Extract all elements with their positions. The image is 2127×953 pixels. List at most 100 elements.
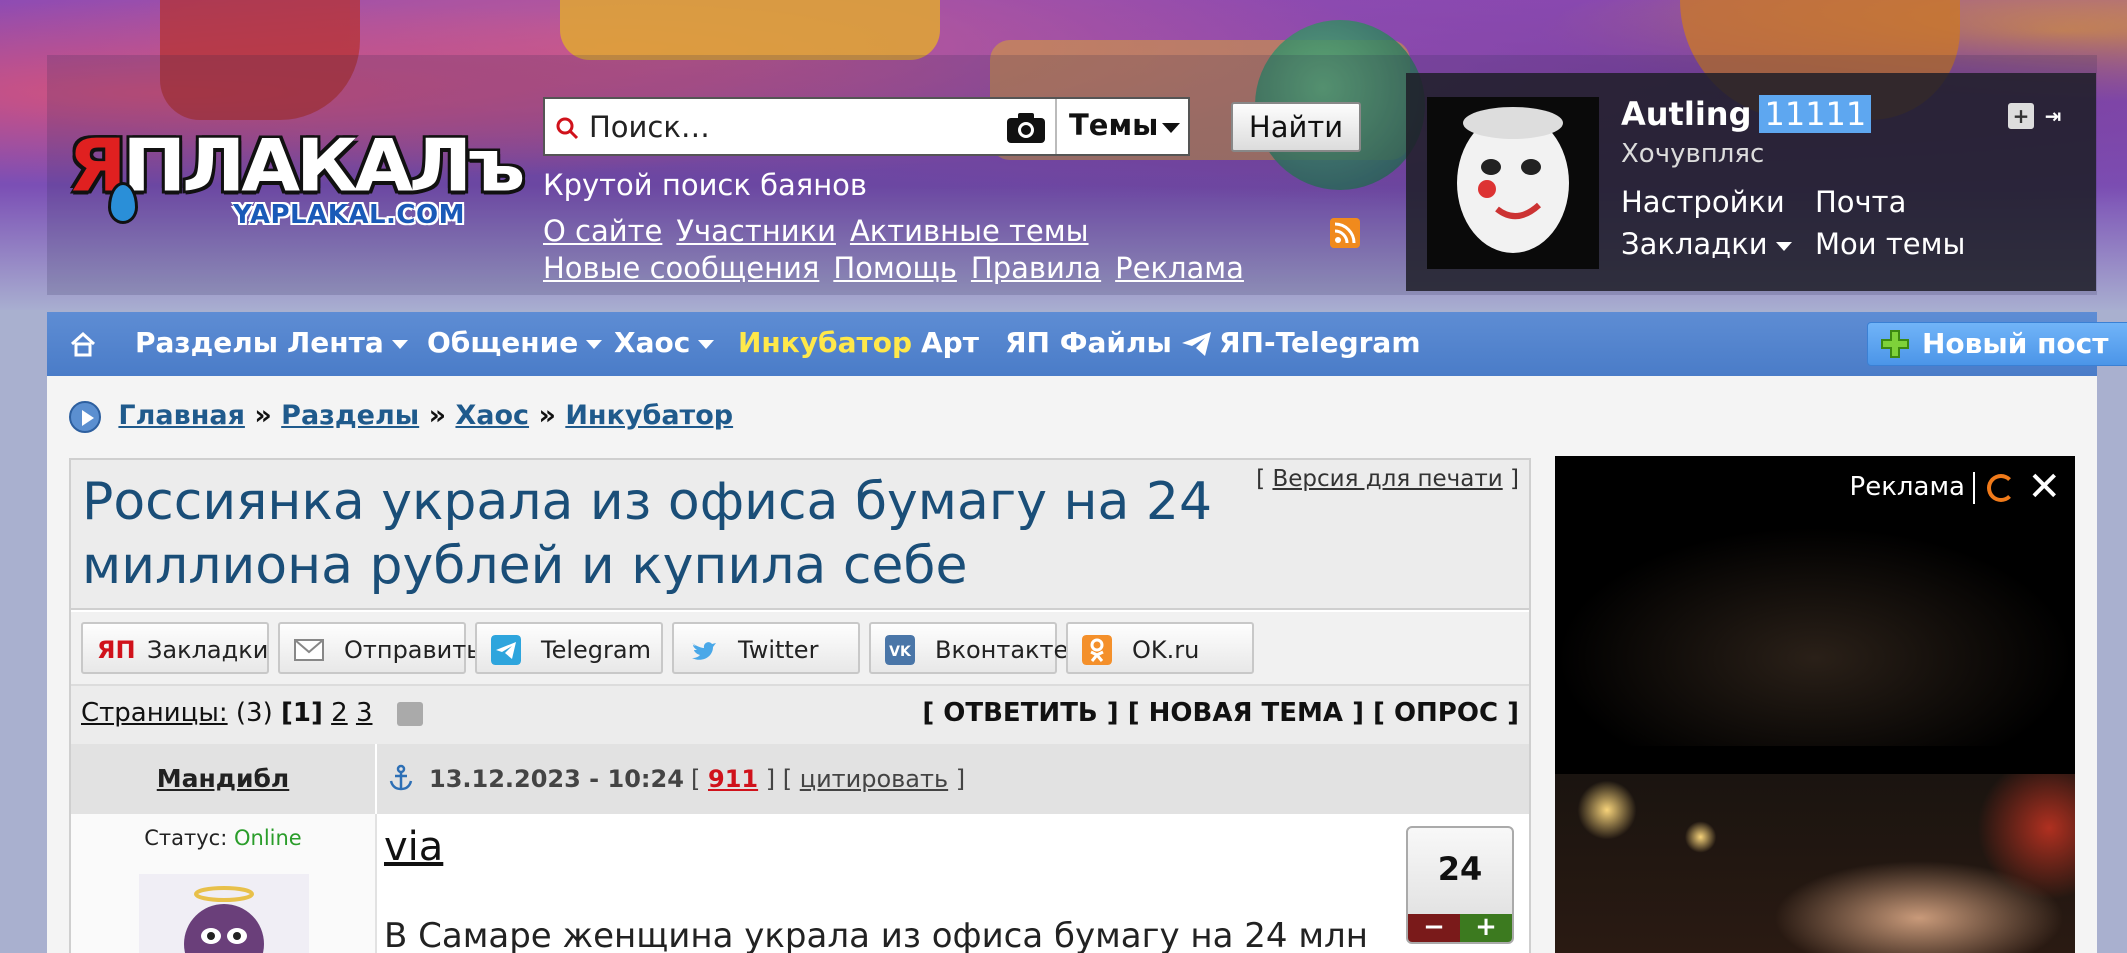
nav-incubator[interactable]: Инкубатор	[738, 326, 912, 359]
nav-files[interactable]: ЯП Файлы	[1005, 326, 1172, 359]
logo-drop-icon	[108, 182, 138, 224]
user-name[interactable]: Autling 11111	[1621, 95, 1872, 133]
search-icon	[556, 117, 579, 140]
link-active-topics[interactable]: Активные темы	[850, 214, 1089, 248]
page-2[interactable]: 2	[331, 698, 348, 728]
author-avatar[interactable]	[139, 874, 309, 953]
camera-icon[interactable]	[1005, 111, 1047, 145]
nav-telegram[interactable]: ЯП-Telegram	[1181, 326, 1421, 359]
nav-social[interactable]: Общение	[427, 326, 603, 359]
page-current: [1]	[281, 698, 323, 728]
search-button[interactable]: Найти	[1231, 102, 1361, 152]
share-ok-button[interactable]: OK.ru	[1066, 622, 1254, 674]
banner-art	[560, 0, 940, 60]
link-new-messages[interactable]: Новые сообщения	[543, 251, 819, 285]
user-avatar[interactable]	[1427, 97, 1599, 269]
post-date: 13.12.2023 - 10:24	[429, 765, 684, 793]
yap-logo-icon: ЯП	[97, 636, 136, 664]
add-icon[interactable]: +	[2008, 103, 2034, 129]
search-input[interactable]	[589, 107, 1129, 147]
breadcrumb-sections[interactable]: Разделы	[281, 400, 419, 431]
share-bookmarks-button[interactable]: ЯП Закладки	[81, 622, 269, 674]
link-members[interactable]: Участники	[676, 214, 836, 248]
main-nav: Разделы Лента Общение Хаос Инкубатор Арт…	[47, 312, 2127, 376]
user-icons: + ⇥	[2002, 103, 2066, 129]
clown-avatar-image	[1457, 107, 1569, 253]
link-ads[interactable]: Реклама	[1115, 251, 1244, 285]
close-icon[interactable]: ✕	[2027, 464, 2061, 510]
logout-icon[interactable]: ⇥	[2040, 103, 2066, 129]
breadcrumb-home[interactable]: Главная	[118, 400, 245, 431]
plus-icon	[1881, 330, 1909, 358]
breadcrumb-chaos[interactable]: Хаос	[455, 400, 529, 431]
ad-block[interactable]: Реклама ✕	[1555, 456, 2075, 953]
ok-icon	[1082, 635, 1112, 665]
content-area: Главная » Разделы » Хаос » Инкубатор Рос…	[47, 376, 2097, 953]
nav-sections[interactable]: Разделы	[135, 326, 278, 359]
share-twitter-button[interactable]: Twitter	[672, 622, 860, 674]
bookmarks-link[interactable]: Закладки	[1621, 227, 1792, 261]
breadcrumb-incubator[interactable]: Инкубатор	[565, 400, 733, 431]
subscribe-icon[interactable]	[396, 701, 423, 726]
new-post-button[interactable]: Новый пост	[1867, 322, 2127, 366]
link-about[interactable]: О сайте	[543, 214, 662, 248]
author-status: Статус: Online	[144, 826, 302, 850]
settings-link[interactable]: Настройки	[1621, 185, 1785, 219]
pagination-row: Страницы: (3) [1] 2 3 [ ОТВЕТИТЬ ] [ НОВ…	[71, 686, 1529, 744]
topic-header: Россиянка украла из офиса бумагу на 24 м…	[71, 460, 1529, 660]
ad-label: Реклама	[1849, 472, 1965, 502]
pages-label[interactable]: Страницы:	[81, 698, 228, 728]
topic-box: Россиянка украла из офиса бумагу на 24 м…	[69, 458, 1531, 953]
user-rating: 11111	[1759, 95, 1872, 133]
search-scope-select[interactable]: Темы	[1055, 99, 1190, 154]
play-icon	[69, 400, 101, 433]
post-body: Статус: Online via В Самаре женщина укра…	[71, 814, 1529, 953]
post-rating: 24 − +	[1406, 826, 1514, 944]
mail-link[interactable]: Почта	[1815, 185, 1906, 219]
print-version: [ Версия для печати ]	[1256, 466, 1519, 492]
post-meta: [ 911 ] [ цитировать ]	[691, 765, 966, 793]
post-number-link[interactable]: 911	[708, 765, 758, 793]
link-rules[interactable]: Правила	[971, 251, 1101, 285]
anchor-icon[interactable]	[387, 764, 415, 792]
share-send-button[interactable]: Отправить	[278, 622, 480, 674]
share-telegram-button[interactable]: Telegram	[475, 622, 663, 674]
top-links: О сайте Участники Активные темы Новые сооб…	[543, 213, 1258, 287]
site-logo[interactable]: ЯПЛАКАЛъ YAPLAKAL.COM	[68, 128, 525, 238]
nav-art[interactable]: Арт	[921, 326, 979, 359]
telegram-icon	[491, 635, 521, 665]
nav-chaos[interactable]: Хаос	[614, 326, 715, 359]
ad-network-icon[interactable]	[1987, 474, 2015, 502]
twitter-icon	[692, 642, 716, 660]
chevron-down-icon	[1162, 123, 1180, 133]
search-hint: Крутой поиск баянов	[543, 168, 867, 202]
logo-subtitle: YAPLAKAL.COM	[233, 200, 465, 230]
topic-actions[interactable]: [ ОТВЕТИТЬ ] [ НОВАЯ ТЕМА ] [ ОПРОС ]	[922, 698, 1519, 728]
rating-value: 24	[1437, 850, 1483, 888]
rss-icon[interactable]	[1330, 218, 1360, 248]
user-title: Хочувпляс	[1621, 139, 1765, 169]
via-link[interactable]: via	[384, 824, 443, 870]
link-help[interactable]: Помощь	[833, 251, 957, 285]
search-scope-label: Темы	[1069, 108, 1159, 142]
svg-text:VK: VK	[889, 644, 912, 660]
envelope-icon	[294, 639, 324, 661]
vk-icon: VK	[885, 635, 915, 665]
my-topics-link[interactable]: Мои темы	[1815, 227, 1965, 261]
quote-link[interactable]: цитировать	[800, 765, 948, 793]
author-column: Статус: Online	[71, 814, 377, 953]
page-3[interactable]: 3	[356, 698, 373, 728]
chevron-down-icon	[391, 339, 408, 349]
user-panel: Autling 11111 Хочувпляс Настройки Почта З…	[1406, 73, 2096, 291]
nav-feed[interactable]: Лента	[287, 326, 408, 359]
telegram-icon	[1182, 332, 1211, 356]
breadcrumb: Главная » Разделы » Хаос » Инкубатор	[69, 400, 733, 433]
share-vk-button[interactable]: VK Вконтакте	[869, 622, 1068, 674]
author-link[interactable]: Мандибл	[157, 764, 290, 793]
ad-video[interactable]	[1555, 774, 2075, 953]
print-version-link[interactable]: Версия для печати	[1272, 466, 1502, 492]
vote-down-button[interactable]: −	[1408, 914, 1460, 942]
vote-up-button[interactable]: +	[1460, 914, 1512, 942]
home-icon[interactable]	[69, 330, 97, 358]
post-text: В Самаре женщина украла из офиса бумагу …	[384, 916, 1368, 953]
